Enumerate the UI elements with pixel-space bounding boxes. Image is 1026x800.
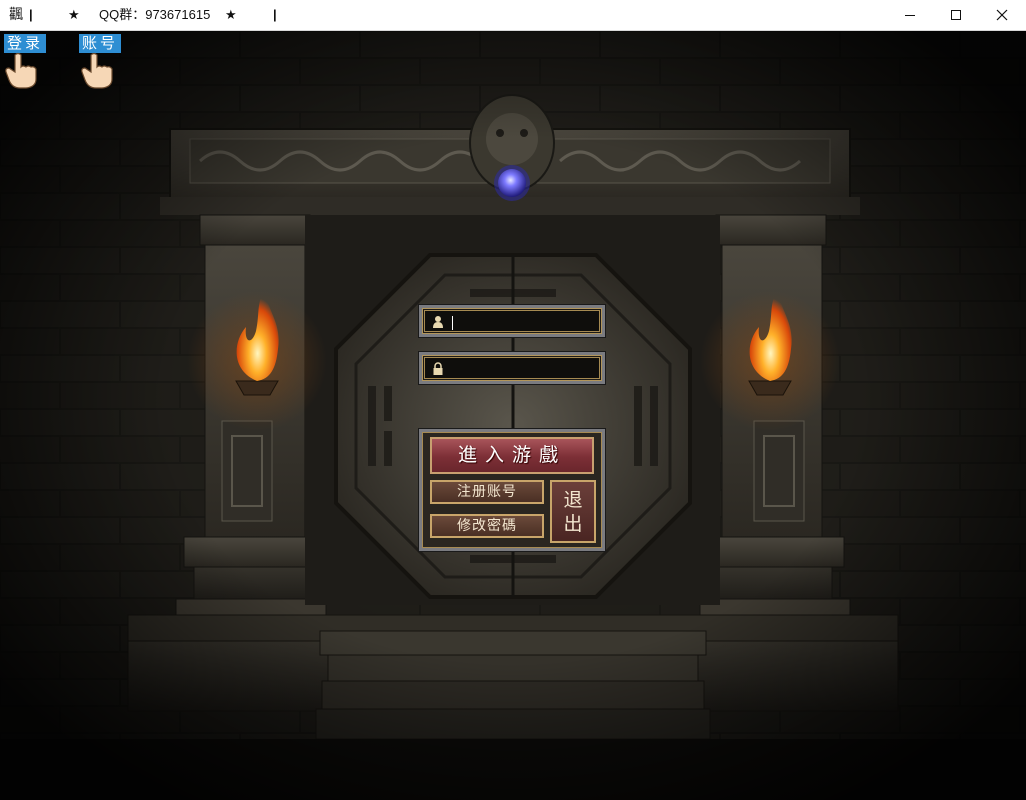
username-input[interactable]	[450, 312, 600, 330]
app-icon: 飌	[9, 7, 23, 23]
change-password-button[interactable]: 修改密碼	[430, 514, 544, 538]
exit-button[interactable]: 退出	[550, 480, 596, 543]
password-input[interactable]	[450, 359, 600, 377]
register-account-button[interactable]: 注册账号	[430, 480, 544, 504]
pointing-hand-icon	[81, 52, 113, 89]
title-separator-right: |	[273, 7, 277, 22]
game-login-screen: 登录 账号 進入游戲 注册账号 修改密碼 退出	[0, 31, 1026, 800]
title-star-right: ★	[225, 7, 237, 22]
window-title: QQ群：973671615	[99, 7, 211, 22]
maximize-button[interactable]	[933, 0, 979, 30]
password-field[interactable]	[418, 351, 606, 385]
close-icon	[996, 9, 1008, 21]
window-titlebar: 飌 | ★ QQ群：973671615 ★ |	[0, 0, 1026, 31]
login-action-panel: 進入游戲 注册账号 修改密碼 退出	[418, 428, 606, 552]
title-star-left: ★	[68, 7, 80, 22]
close-button[interactable]	[979, 0, 1025, 30]
title-separator-left: |	[29, 7, 33, 22]
minimize-button[interactable]	[887, 0, 933, 30]
exit-button-label: 退出	[563, 488, 583, 535]
username-field[interactable]	[418, 304, 606, 338]
text-caret	[452, 316, 453, 330]
minimize-icon	[905, 15, 915, 16]
enter-game-button[interactable]: 進入游戲	[430, 437, 594, 474]
maximize-icon	[951, 10, 961, 20]
lock-icon	[433, 362, 443, 375]
user-icon	[433, 316, 443, 328]
pointing-hand-icon	[5, 52, 37, 89]
temple-gate-background	[0, 31, 1026, 800]
